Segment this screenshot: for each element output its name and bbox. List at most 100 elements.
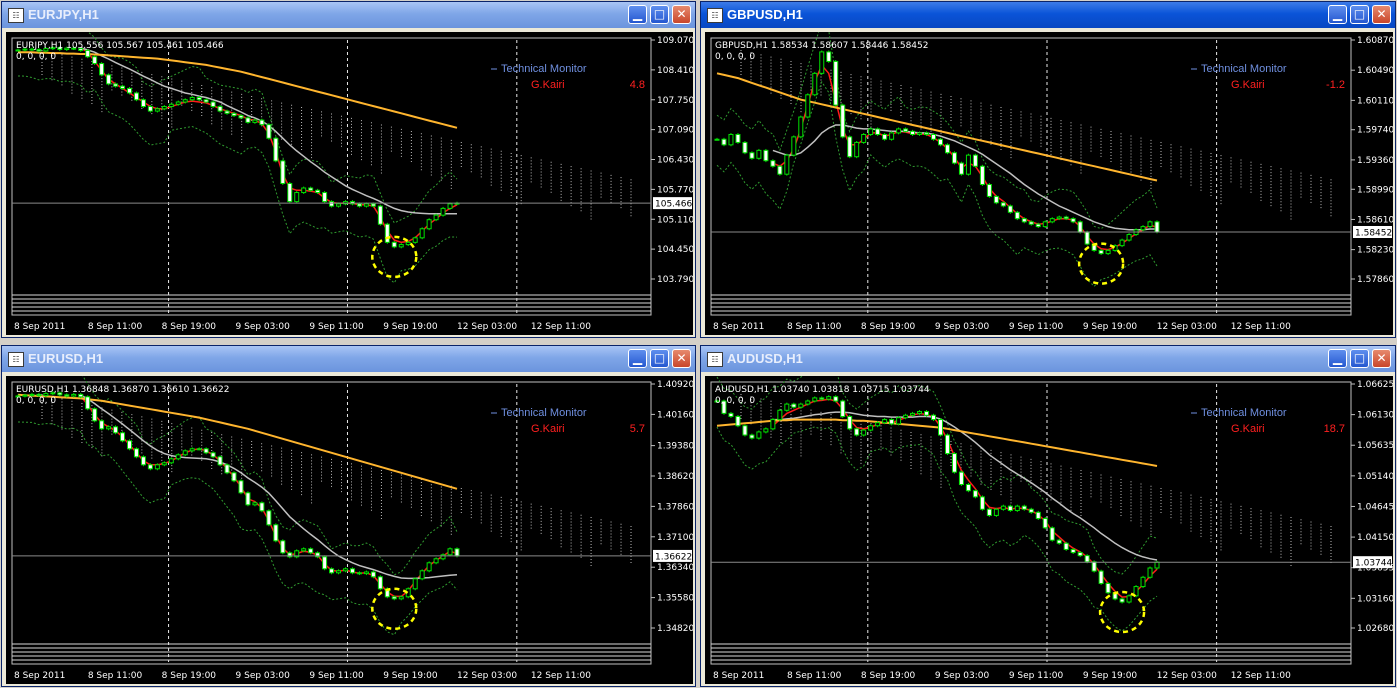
candle bbox=[847, 135, 853, 159]
candle-body bbox=[833, 60, 839, 106]
candle-body bbox=[273, 524, 279, 542]
candle bbox=[958, 161, 964, 176]
window-eurjpy[interactable]: ☷ EURJPY,H1 ▁ □ ✕ 109.070 108.410 107.750 1… bbox=[1, 1, 696, 338]
candle bbox=[979, 164, 985, 186]
candle-body bbox=[847, 136, 853, 158]
price-tick-label: 107.090 bbox=[657, 126, 693, 136]
window-titlebar[interactable]: ☷ GBPUSD,H1 ▁ □ ✕ bbox=[701, 2, 1395, 28]
candle-body bbox=[391, 596, 397, 600]
candle-body bbox=[356, 572, 362, 575]
candle-body bbox=[106, 74, 112, 85]
candle-body bbox=[349, 568, 355, 574]
candle-body bbox=[1105, 582, 1111, 594]
close-button[interactable]: ✕ bbox=[1372, 5, 1391, 24]
candle bbox=[398, 243, 404, 249]
candle bbox=[1126, 233, 1132, 242]
maximize-button[interactable]: □ bbox=[650, 5, 669, 24]
minimize-button[interactable]: ▁ bbox=[628, 5, 647, 24]
candle-body bbox=[958, 162, 964, 175]
candle bbox=[833, 60, 839, 107]
candle bbox=[126, 439, 132, 451]
candle-body bbox=[868, 425, 874, 431]
candle-body bbox=[336, 203, 342, 207]
window-eurusd[interactable]: ☷ EURUSD,H1 ▁ □ ✕ 1.40920 1.40160 1.39380 1… bbox=[1, 345, 696, 687]
candle bbox=[714, 137, 720, 141]
candle-body bbox=[1028, 221, 1034, 225]
chart-area-gbpusd[interactable]: 1.60870 1.60490 1.60110 1.59740 1.59360 1.589… bbox=[705, 32, 1393, 335]
candle-body bbox=[965, 484, 971, 492]
candle-body bbox=[924, 411, 930, 416]
chart-area-eurusd[interactable]: 1.40920 1.40160 1.39380 1.38620 1.37860 1.371… bbox=[6, 376, 693, 684]
candle bbox=[1042, 517, 1048, 530]
candle bbox=[245, 116, 251, 124]
close-button[interactable]: ✕ bbox=[672, 349, 691, 368]
candle bbox=[896, 416, 902, 426]
maximize-button[interactable]: □ bbox=[650, 349, 669, 368]
maximize-button[interactable]: □ bbox=[1350, 349, 1369, 368]
window-titlebar[interactable]: ☷ EURJPY,H1 ▁ □ ✕ bbox=[2, 2, 695, 28]
candle-body bbox=[784, 403, 790, 411]
price-chart[interactable]: 1.60870 1.60490 1.60110 1.59740 1.59360 1.589… bbox=[705, 32, 1393, 335]
candle-body bbox=[147, 464, 153, 470]
lower-band bbox=[716, 80, 1158, 288]
minimize-button[interactable]: ▁ bbox=[1328, 5, 1347, 24]
candle bbox=[1126, 594, 1132, 604]
time-tick-label: 8 Sep 19:00 bbox=[162, 671, 217, 681]
candle bbox=[770, 159, 776, 168]
candle-body bbox=[294, 192, 300, 203]
candle-body bbox=[203, 99, 209, 103]
price-chart[interactable]: 109.070 108.410 107.750 107.090 106.430 105.7… bbox=[6, 32, 693, 335]
close-button[interactable]: ✕ bbox=[1372, 349, 1391, 368]
price-chart[interactable]: 1.40920 1.40160 1.39380 1.38620 1.37860 1.371… bbox=[6, 376, 693, 684]
candle bbox=[294, 191, 300, 204]
candle-body bbox=[175, 101, 181, 105]
candle-body bbox=[917, 411, 923, 414]
candle-body bbox=[784, 154, 790, 175]
window-titlebar[interactable]: ☷ EURUSD,H1 ▁ □ ✕ bbox=[2, 346, 695, 372]
close-button[interactable]: ✕ bbox=[672, 5, 691, 24]
candle bbox=[735, 415, 741, 428]
price-tick-label: 1.58230 bbox=[1357, 246, 1393, 256]
candle bbox=[1147, 220, 1153, 229]
candle-body bbox=[840, 104, 846, 138]
candle bbox=[1105, 582, 1111, 595]
maximize-button[interactable]: □ bbox=[1350, 5, 1369, 24]
minimize-button[interactable]: ▁ bbox=[1328, 349, 1347, 368]
chart-area-audusd[interactable]: 1.06625 1.06130 1.05635 1.05140 1.04645 1.041… bbox=[705, 376, 1393, 684]
candle-body bbox=[322, 556, 328, 570]
candle bbox=[133, 447, 139, 459]
window-audusd[interactable]: ☷ AUDUSD,H1 ▁ □ ✕ 1.06625 1.06130 1.05635 1… bbox=[700, 345, 1396, 687]
candle-body bbox=[1042, 518, 1048, 529]
candle bbox=[833, 395, 839, 403]
candle-body bbox=[1091, 561, 1097, 572]
time-tick-label: 8 Sep 19:00 bbox=[162, 322, 217, 332]
candle bbox=[92, 55, 98, 65]
moving-average-slow bbox=[772, 124, 1157, 231]
candle-body bbox=[910, 412, 916, 416]
price-tick-label: 1.38620 bbox=[657, 472, 693, 482]
window-titlebar[interactable]: ☷ AUDUSD,H1 ▁ □ ✕ bbox=[701, 346, 1395, 372]
window-gbpusd[interactable]: ☷ GBPUSD,H1 ▁ □ ✕ 1.60870 1.60490 1.60110 1… bbox=[700, 1, 1396, 338]
candle-body bbox=[1098, 570, 1104, 584]
time-tick-label: 8 Sep 19:00 bbox=[861, 671, 916, 681]
indicator-values: 0, 0, 0, 0 bbox=[715, 52, 755, 62]
candle-body bbox=[106, 426, 112, 430]
candle-body bbox=[433, 558, 439, 564]
price-chart[interactable]: 1.06625 1.06130 1.05635 1.05140 1.04645 1.041… bbox=[705, 376, 1393, 684]
candle-body bbox=[903, 128, 909, 132]
time-tick-label: 12 Sep 03:00 bbox=[1157, 671, 1217, 681]
candle bbox=[1084, 230, 1090, 246]
candle-body bbox=[972, 154, 978, 167]
chart-area-eurjpy[interactable]: 109.070 108.410 107.750 107.090 106.430 105.7… bbox=[6, 32, 693, 335]
minimize-button[interactable]: ▁ bbox=[628, 349, 647, 368]
candle bbox=[944, 433, 950, 456]
time-axis: 8 Sep 2011 8 Sep 11:00 8 Sep 19:00 9 Sep 03… bbox=[14, 671, 591, 681]
price-tick-label: 1.37860 bbox=[657, 502, 693, 512]
candle bbox=[742, 424, 748, 437]
time-tick-label: 8 Sep 2011 bbox=[14, 322, 65, 332]
candle-body bbox=[1000, 202, 1006, 207]
candle bbox=[1119, 597, 1125, 604]
candle bbox=[805, 93, 811, 119]
candle bbox=[931, 133, 937, 141]
indicator-values: 0, 0, 0, 0 bbox=[16, 396, 56, 406]
